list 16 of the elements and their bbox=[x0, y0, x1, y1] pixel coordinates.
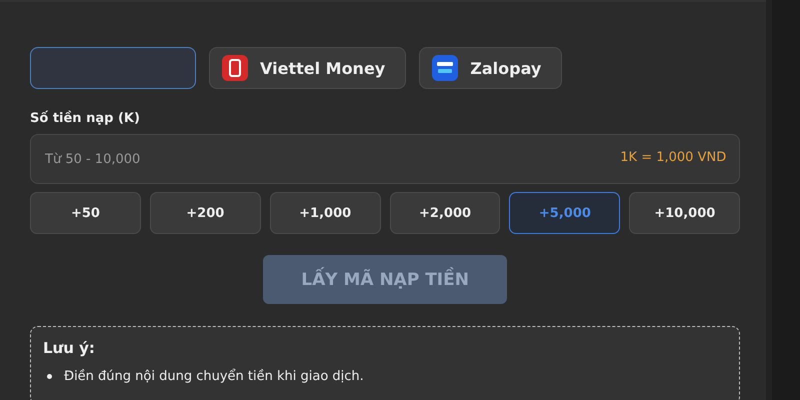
note-title: Lưu ý: bbox=[43, 339, 96, 357]
phone-icon bbox=[222, 55, 248, 81]
payment-tab[interactable] bbox=[30, 47, 196, 89]
exchange-rate: 1K = 1,000 VND bbox=[620, 150, 726, 165]
amount-preset[interactable]: +1,000 bbox=[270, 192, 381, 234]
note-text: Điền đúng nội dung chuyển tiền khi giao dịch. bbox=[64, 369, 364, 384]
payment-tab[interactable]: Viettel Money bbox=[209, 47, 406, 89]
payment-tab[interactable]: Zalopay bbox=[419, 47, 562, 89]
amount-preset[interactable]: +5,000 bbox=[509, 192, 620, 234]
wallet-app-icon bbox=[432, 55, 458, 81]
amount-preset[interactable]: +2,000 bbox=[390, 192, 500, 234]
amount-label: Số tiền nạp (K) bbox=[30, 111, 141, 126]
amount-preset[interactable]: +50 bbox=[30, 192, 141, 234]
amount-preset[interactable]: +200 bbox=[150, 192, 261, 234]
amount-preset[interactable]: +10,000 bbox=[629, 192, 740, 234]
bullet-icon bbox=[47, 374, 52, 379]
